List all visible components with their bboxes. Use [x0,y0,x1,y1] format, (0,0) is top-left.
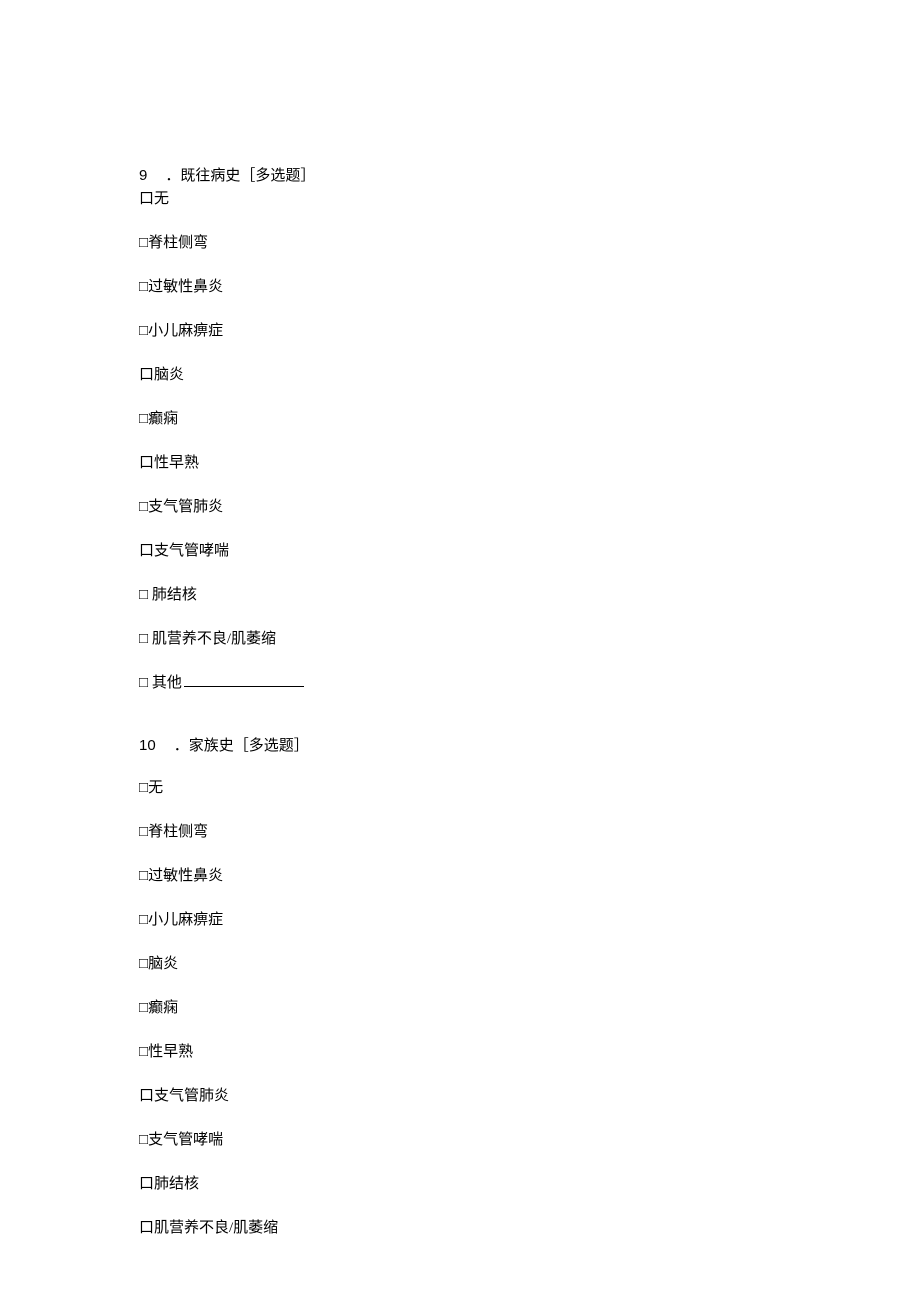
checkbox-icon: □ [139,235,148,251]
q10-option-9[interactable]: 口肺结核 [139,1174,920,1195]
q9-option-3[interactable]: □小儿麻痹症 [139,321,920,342]
checkbox-icon: □ [139,631,148,647]
question-9-number: 9 [139,167,147,184]
checkbox-icon: □ [139,824,148,840]
question-10-title: ．家族史［多选题］ [174,738,309,754]
checkbox-icon: □ [139,1044,148,1060]
checkbox-icon: □ [139,323,148,339]
question-9-title: ．既往病史［多选题］ [165,168,315,184]
question-10-number: 10 [139,737,156,754]
q10-option-9-text: 肺结核 [154,1176,199,1192]
checkbox-icon: 口 [139,367,154,383]
q9-option-3-text: 小儿麻痹症 [148,323,223,339]
q9-option-other[interactable]: □ 其他 [139,673,920,694]
checkbox-icon: □ [139,780,148,796]
q9-option-other-text: 其他 [148,675,182,691]
question-10: 10 ．家族史［多选题］ □无 □脊柱侧弯 □过敏性鼻炎 □小儿麻痹症 □脑炎 … [139,734,920,1239]
q10-option-8-text: 支气管哮喘 [148,1132,223,1148]
q10-option-2[interactable]: □过敏性鼻炎 [139,866,920,887]
checkbox-icon: 口 [139,1088,154,1104]
q10-option-7[interactable]: 口支气管肺炎 [139,1086,920,1107]
q10-option-1-text: 脊柱侧弯 [148,824,208,840]
question-9-header: 9 ．既往病史［多选题］ [139,164,920,185]
q9-option-1-text: 脊柱侧弯 [148,235,208,251]
checkbox-icon: □ [139,1132,148,1148]
q10-option-3[interactable]: □小儿麻痹症 [139,910,920,931]
q9-option-0[interactable]: 口无 [139,189,920,210]
q9-option-9-text: 肺结核 [148,587,197,603]
q10-option-4[interactable]: □脑炎 [139,954,920,975]
q9-option-6[interactable]: 口性早熟 [139,453,920,474]
q10-option-5-text: 癫痫 [148,1000,178,1016]
checkbox-icon: □ [139,279,148,295]
q10-option-10-text: 肌营养不良/肌萎缩 [154,1220,278,1236]
q9-option-0-text: 无 [154,191,169,207]
q9-option-10-text: 肌营养不良/肌萎缩 [148,631,276,647]
checkbox-icon: 口 [139,1176,154,1192]
q9-option-4[interactable]: 口脑炎 [139,365,920,386]
checkbox-icon: □ [139,499,148,515]
q10-option-0-text: 无 [148,780,163,796]
q9-option-8[interactable]: 口支气管哮喘 [139,541,920,562]
checkbox-icon: □ [139,956,148,972]
q10-option-8[interactable]: □支气管哮喘 [139,1130,920,1151]
question-10-header: 10 ．家族史［多选题］ [139,734,920,755]
q10-option-6-text: 性早熟 [148,1044,193,1060]
checkbox-icon: □ [139,1000,148,1016]
checkbox-icon: □ [139,587,148,603]
q10-option-3-text: 小儿麻痹症 [148,912,223,928]
q9-option-4-text: 脑炎 [154,367,184,383]
q9-option-8-text: 支气管哮喘 [154,543,229,559]
q9-option-10[interactable]: □ 肌营养不良/肌萎缩 [139,629,920,650]
q10-option-10[interactable]: 口肌营养不良/肌萎缩 [139,1218,920,1239]
q9-option-6-text: 性早熟 [154,455,199,471]
checkbox-icon: □ [139,675,148,691]
checkbox-icon: □ [139,912,148,928]
q9-option-1[interactable]: □脊柱侧弯 [139,233,920,254]
q9-option-7-text: 支气管肺炎 [148,499,223,515]
q9-option-2-text: 过敏性鼻炎 [148,279,223,295]
checkbox-icon: 口 [139,1220,154,1236]
question-9: 9 ．既往病史［多选题］ 口无 □脊柱侧弯 □过敏性鼻炎 □小儿麻痹症 口脑炎 … [139,164,920,694]
checkbox-icon: 口 [139,543,154,559]
checkbox-icon: □ [139,411,148,427]
q10-option-0[interactable]: □无 [139,778,920,799]
q9-other-input[interactable] [184,686,304,687]
q9-option-5[interactable]: □癫痫 [139,409,920,430]
q10-option-7-text: 支气管肺炎 [154,1088,229,1104]
checkbox-icon: □ [139,868,148,884]
q9-option-9[interactable]: □ 肺结核 [139,585,920,606]
q10-option-2-text: 过敏性鼻炎 [148,868,223,884]
q9-option-2[interactable]: □过敏性鼻炎 [139,277,920,298]
q10-option-5[interactable]: □癫痫 [139,998,920,1019]
q10-option-1[interactable]: □脊柱侧弯 [139,822,920,843]
q9-option-5-text: 癫痫 [148,411,178,427]
q10-option-4-text: 脑炎 [148,956,178,972]
checkbox-icon: 口 [139,191,154,207]
q10-option-6[interactable]: □性早熟 [139,1042,920,1063]
checkbox-icon: 口 [139,455,154,471]
q9-option-7[interactable]: □支气管肺炎 [139,497,920,518]
